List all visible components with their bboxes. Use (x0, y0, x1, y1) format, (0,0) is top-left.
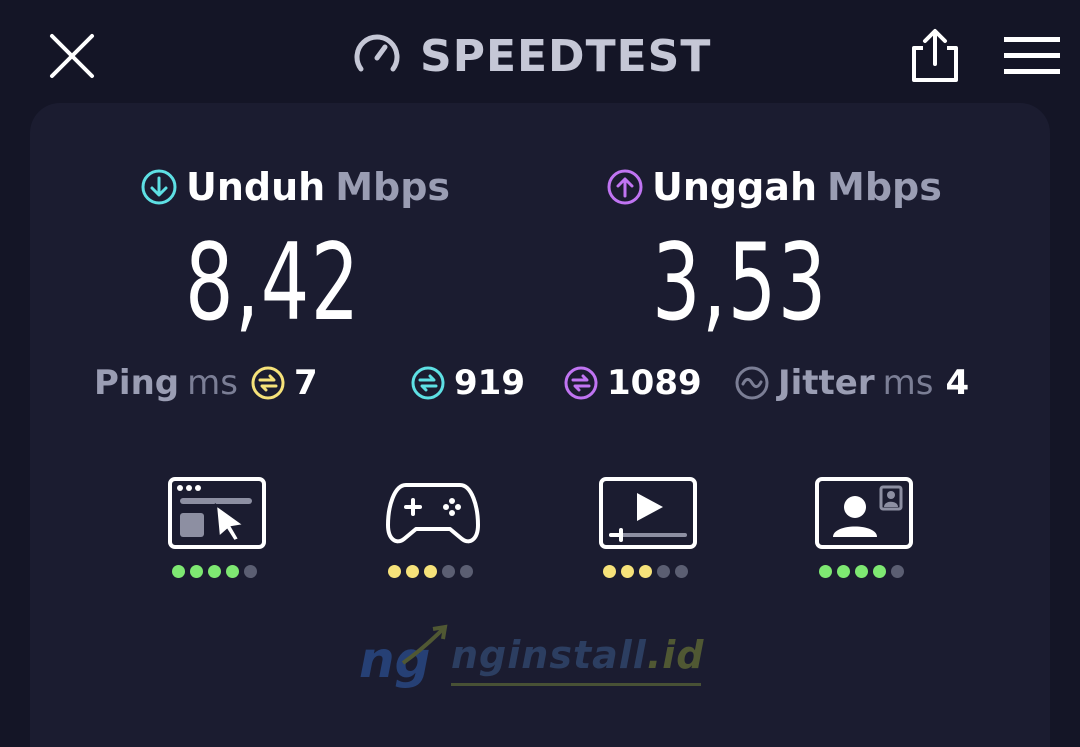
video-chat-indicator[interactable] (815, 477, 915, 587)
rating-dot-filled (837, 565, 850, 578)
web-browsing-indicator[interactable] (168, 477, 268, 587)
upload-unit: Mbps (827, 165, 942, 209)
rating-dot-filled (226, 565, 239, 578)
video-streaming-indicator[interactable] (599, 477, 699, 587)
jitter-value: 4 (945, 363, 970, 403)
download-latency-icon (411, 366, 445, 400)
video-call-icon (815, 477, 913, 549)
rating-dot-filled (819, 565, 832, 578)
app-quality-indicators (30, 477, 1050, 587)
rating-dot-filled (873, 565, 886, 578)
ping-latency-icon (251, 366, 285, 400)
rating-dot-filled (388, 565, 401, 578)
download-unit: Mbps (335, 165, 451, 209)
share-icon (912, 29, 958, 82)
download-speed-value: 8,42 (185, 221, 361, 344)
jitter-unit: ms (882, 363, 934, 403)
rating-dot-filled (855, 565, 868, 578)
rating-dot-filled (406, 565, 419, 578)
rating-dot-empty (675, 565, 688, 578)
rating-dot-filled (603, 565, 616, 578)
video-chat-rating (819, 565, 904, 578)
rating-dot-empty (657, 565, 670, 578)
share-button[interactable] (904, 26, 966, 84)
jitter-stat: Jitter ms 4 (734, 361, 969, 405)
jitter-label: Jitter (778, 363, 875, 403)
video-streaming-rating (603, 565, 688, 578)
download-arrow-icon (141, 169, 177, 205)
gaming-rating (388, 565, 473, 578)
rating-dot-filled (190, 565, 203, 578)
app-title: SPEEDTEST (420, 30, 712, 82)
upload-latency-icon (564, 366, 598, 400)
speedometer-icon (354, 34, 400, 72)
download-header: Unduh Mbps (140, 165, 450, 209)
watermark-underline (451, 683, 701, 686)
ping-label: Ping (94, 363, 180, 403)
rating-dot-filled (621, 565, 634, 578)
upload-speed-value: 3,53 (652, 221, 828, 344)
watermark-tld: .id (646, 633, 705, 677)
ping-value: 7 (293, 363, 318, 403)
gamepad-icon (386, 483, 480, 544)
web-browsing-rating (172, 565, 257, 578)
rating-dot-filled (639, 565, 652, 578)
watermark: ng nginstall.id (355, 623, 715, 693)
rating-dot-empty (442, 565, 455, 578)
hamburger-menu-icon (1004, 37, 1060, 74)
speedtest-screen: SPEEDTEST Unduh Mbps 8,42 Unggah Mbps 3,… (0, 0, 1080, 747)
close-icon (50, 34, 94, 78)
watermark-logo: ng (359, 624, 448, 689)
browser-cursor-icon (168, 477, 266, 549)
upload-header: Unggah Mbps (606, 165, 942, 209)
watermark-text: nginstall.id (451, 633, 704, 677)
rating-dot-empty (460, 565, 473, 578)
rating-dot-empty (891, 565, 904, 578)
download-latency-stat: 919 (410, 361, 525, 405)
download-label: Unduh (186, 165, 326, 209)
gaming-indicator[interactable] (384, 477, 484, 587)
download-latency-value: 919 (454, 363, 525, 403)
upload-latency-stat: 1089 (563, 361, 702, 405)
rating-dot-filled (424, 565, 437, 578)
watermark-name: nginstall (451, 633, 647, 677)
video-play-icon (599, 477, 697, 549)
rating-dot-empty (244, 565, 257, 578)
result-card: Unduh Mbps 8,42 Unggah Mbps 3,53 Ping ms (30, 103, 1050, 747)
jitter-icon (735, 366, 769, 400)
upload-arrow-icon (607, 169, 643, 205)
rating-dot-filled (208, 565, 221, 578)
brand: SPEEDTEST (352, 28, 711, 84)
upload-label: Unggah (652, 165, 818, 209)
ping-stat: Ping ms 7 (94, 361, 318, 405)
rating-dot-filled (172, 565, 185, 578)
menu-button[interactable] (1002, 34, 1062, 78)
upload-latency-value: 1089 (607, 363, 702, 403)
svg-text:ng: ng (359, 631, 430, 689)
latency-stats: Ping ms 7 919 1089 Jitter ms 4 (30, 361, 1050, 405)
ping-unit: ms (187, 363, 238, 403)
close-button[interactable] (44, 28, 100, 84)
